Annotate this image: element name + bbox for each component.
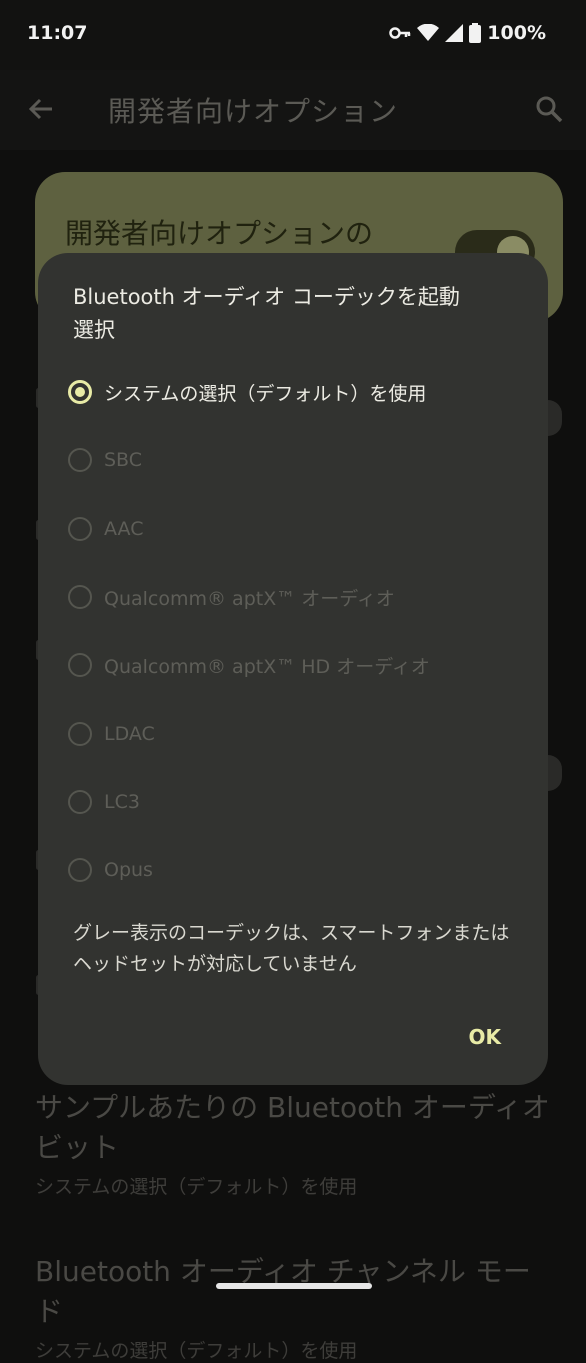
battery-percent: 100% xyxy=(487,22,546,44)
dialog-note-line: ヘッドセットが対応していません xyxy=(73,953,357,975)
page-title: 開発者向けオプション xyxy=(108,95,399,128)
channel-mode-setting[interactable]: Bluetooth オーディオ チャンネル モード システムの選択（デフォルト）… xyxy=(35,1252,555,1363)
background-toggle-edge xyxy=(548,755,562,791)
search-icon[interactable] xyxy=(534,94,564,124)
app-bar: 開発者向けオプション xyxy=(0,70,586,150)
setting-title: サンプルあたりの Bluetooth オーディオ ビット xyxy=(35,1088,555,1168)
dialog-title-line: Bluetooth オーディオ コーデックを起動 xyxy=(73,285,460,309)
codec-option-label: LC3 xyxy=(104,791,140,813)
battery-icon xyxy=(469,23,482,43)
ok-button[interactable]: OK xyxy=(469,1025,502,1049)
status-icons: 100% xyxy=(389,22,546,44)
dialog-title: Bluetooth オーディオ コーデックを起動 選択 xyxy=(73,281,513,347)
vpn-key-icon xyxy=(389,27,411,39)
codec-option-sbc[interactable]: SBC xyxy=(68,440,528,480)
radio-unselected-icon[interactable] xyxy=(68,722,92,746)
dialog-note: グレー表示のコーデックは、スマートフォンまたは ヘッドセットが対応していません xyxy=(73,918,543,980)
dialog-title-line: 選択 xyxy=(73,318,115,342)
codec-option-label: Qualcomm® aptX™ オーディオ xyxy=(104,587,395,610)
setting-title: Bluetooth オーディオ チャンネル モード xyxy=(35,1255,531,1328)
codec-select-dialog: Bluetooth オーディオ コーデックを起動 選択 システムの選択（デフォル… xyxy=(38,253,548,1085)
codec-option-label: Qualcomm® aptX™ HD オーディオ xyxy=(104,655,430,678)
codec-option-system-default[interactable]: システムの選択（デフォルト）を使用 xyxy=(68,372,528,412)
radio-unselected-icon[interactable] xyxy=(68,585,92,609)
radio-unselected-icon[interactable] xyxy=(68,517,92,541)
developer-options-label: 開発者向けオプションの xyxy=(65,217,374,250)
radio-unselected-icon[interactable] xyxy=(68,653,92,677)
codec-option-label: SBC xyxy=(104,449,143,471)
codec-option-aptx[interactable]: Qualcomm® aptX™ オーディオ xyxy=(68,577,528,617)
setting-subtitle: システムの選択（デフォルト）を使用 xyxy=(35,1340,358,1362)
codec-option-label: AAC xyxy=(104,518,144,540)
status-bar: 11:07 100% xyxy=(0,0,586,70)
setting-title-line: サンプルあたりの Bluetooth オーディオ xyxy=(35,1091,550,1124)
gesture-home-bar[interactable] xyxy=(216,1283,372,1289)
cell-signal-icon xyxy=(445,24,464,42)
codec-option-ldac[interactable]: LDAC xyxy=(68,714,528,754)
radio-selected-icon[interactable] xyxy=(68,380,92,404)
radio-unselected-icon[interactable] xyxy=(68,790,92,814)
background-toggle-edge xyxy=(548,400,562,436)
setting-title-line: ビット xyxy=(35,1131,120,1164)
codec-option-label: Opus xyxy=(104,859,153,881)
codec-option-lc3[interactable]: LC3 xyxy=(68,782,528,822)
codec-option-aptx-hd[interactable]: Qualcomm® aptX™ HD オーディオ xyxy=(68,645,528,685)
radio-unselected-icon[interactable] xyxy=(68,448,92,472)
codec-option-label: システムの選択（デフォルト）を使用 xyxy=(104,382,427,405)
bits-per-sample-setting[interactable]: サンプルあたりの Bluetooth オーディオ ビット システムの選択（デフォ… xyxy=(35,1088,555,1199)
back-arrow-icon[interactable] xyxy=(26,94,56,124)
wifi-icon xyxy=(417,24,440,41)
dialog-note-line: グレー表示のコーデックは、スマートフォンまたは xyxy=(73,922,510,944)
setting-subtitle: システムの選択（デフォルト）を使用 xyxy=(35,1176,358,1198)
codec-option-aac[interactable]: AAC xyxy=(68,509,528,549)
codec-option-opus[interactable]: Opus xyxy=(68,850,528,890)
codec-option-label: LDAC xyxy=(104,723,155,745)
status-time: 11:07 xyxy=(27,22,88,44)
radio-unselected-icon[interactable] xyxy=(68,858,92,882)
